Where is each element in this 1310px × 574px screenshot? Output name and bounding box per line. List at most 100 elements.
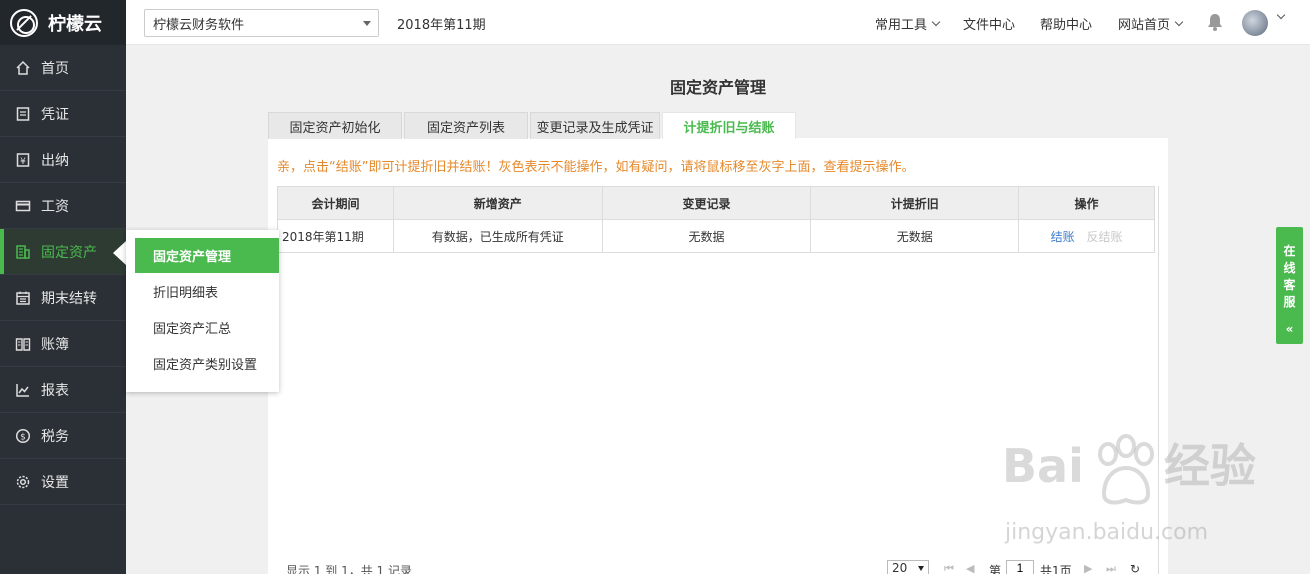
bell-icon[interactable] [1206, 12, 1224, 36]
gear-icon [14, 473, 32, 491]
panel-divider [1158, 186, 1159, 574]
sidebar-item-label: 首页 [41, 60, 69, 77]
cell-new-assets: 有数据，已生成所有凭证 [392, 219, 603, 253]
submenu-item-asset-summary[interactable]: 固定资产汇总 [135, 310, 279, 345]
site-home-menu[interactable]: 网站首页 [1118, 14, 1184, 33]
total-pages: 共1页 [1040, 564, 1072, 574]
close-table: 会计期间 新增资产 变更记录 计提折旧 操作 2018年第11期 有数据，已生成… [277, 186, 1155, 253]
first-page-icon[interactable]: ⏮ [944, 562, 954, 574]
table-row: 2018年第11期 有数据，已生成所有凭证 无数据 无数据 结账 反结账 [277, 219, 1155, 253]
cashier-icon: ¥ [14, 151, 32, 169]
avatar[interactable] [1242, 10, 1268, 36]
online-service-char: 线 [1283, 261, 1296, 275]
column-header: 计提折旧 [810, 186, 1020, 220]
home-icon [14, 59, 32, 77]
online-service-tab[interactable]: 在 线 客 服 « [1276, 227, 1303, 344]
online-service-char: 服 [1283, 295, 1296, 309]
sidebar-item-cashier[interactable]: ¥ 出纳 [0, 137, 126, 183]
svg-text:$: $ [20, 432, 26, 442]
sidebar-item-voucher[interactable]: 凭证 [0, 91, 126, 137]
caret-down-icon [918, 566, 924, 571]
sidebar-item-ledger[interactable]: 账簿 [0, 321, 126, 367]
sidebar-item-label: 税务 [41, 428, 69, 445]
logo[interactable]: 柠檬云 [0, 0, 126, 45]
avatar-menu-toggle[interactable] [1272, 10, 1286, 20]
sidebar: 柠檬云 首页 凭证 ¥ 出纳 工资 固定资产 期末结转 账簿 报表 $ 税务 设… [0, 0, 126, 574]
watermark-text-2: 经验 [1163, 439, 1256, 493]
company-select[interactable]: 柠檬云财务软件 [144, 9, 379, 37]
sidebar-item-label: 出纳 [41, 152, 69, 169]
cell-depreciation: 无数据 [810, 219, 1020, 253]
tab-asset-init[interactable]: 固定资产初始化 [268, 112, 402, 139]
column-header: 新增资产 [392, 186, 603, 220]
watermark-text: Bai [1002, 439, 1084, 493]
cell-changes: 无数据 [601, 219, 812, 253]
current-period: 2018年第11期 [397, 18, 486, 33]
submenu-pointer [113, 241, 126, 265]
table-header-row: 会计期间 新增资产 变更记录 计提折旧 操作 [277, 186, 1155, 220]
notice-text: 亲，点击“结账”即可计提折旧并结账！灰色表示不能操作，如有疑问，请将鼠标移至灰字… [277, 160, 915, 175]
sidebar-item-label: 报表 [41, 382, 69, 399]
sidebar-item-label: 固定资产 [41, 244, 97, 261]
online-service-char: 在 [1283, 244, 1296, 258]
sidebar-item-settings[interactable]: 设置 [0, 459, 126, 505]
page-title: 固定资产管理 [669, 78, 766, 97]
cell-period: 2018年第11期 [277, 219, 394, 253]
sidebar-item-label: 凭证 [41, 106, 69, 123]
tab-asset-list[interactable]: 固定资产列表 [404, 112, 528, 139]
pager-info: 显示 1 到 1，共 1 记录 [286, 564, 412, 574]
voucher-icon [14, 105, 32, 123]
sidebar-item-tax[interactable]: $ 税务 [0, 413, 126, 459]
prev-page-icon[interactable]: ◀ [966, 562, 974, 574]
site-home-label: 网站首页 [1118, 18, 1171, 33]
report-icon [14, 381, 32, 399]
page-size-select[interactable]: 20 [887, 560, 929, 574]
tax-icon: $ [14, 427, 32, 445]
company-select-value: 柠檬云财务软件 [153, 17, 245, 33]
double-chevron-left-icon: « [1285, 322, 1294, 336]
help-center-link[interactable]: 帮助中心 [1040, 14, 1092, 33]
caret-down-icon [363, 21, 371, 26]
page-label: 第 [989, 564, 1002, 574]
submenu-item-category-settings[interactable]: 固定资产类别设置 [135, 346, 279, 381]
calendar-icon [14, 289, 32, 307]
salary-icon [14, 197, 32, 215]
sidebar-item-label: 工资 [41, 198, 69, 215]
submenu-item-depreciation-detail[interactable]: 折旧明细表 [135, 274, 279, 309]
watermark-url: jingyan.baidu.com [1005, 520, 1209, 545]
refresh-icon[interactable]: ↻ [1130, 562, 1140, 574]
online-service-char: 客 [1283, 278, 1296, 292]
sidebar-item-report[interactable]: 报表 [0, 367, 126, 413]
sidebar-item-label: 设置 [41, 474, 69, 491]
tools-menu[interactable]: 常用工具 [875, 14, 941, 33]
top-header: 柠檬云财务软件 2018年第11期 常用工具 文件中心 帮助中心 网站首页 [126, 0, 1310, 45]
column-header: 操作 [1018, 186, 1155, 220]
column-header: 会计期间 [277, 186, 394, 220]
svg-text:¥: ¥ [20, 157, 26, 167]
reverse-close-link: 反结账 [1086, 229, 1123, 244]
tools-menu-label: 常用工具 [875, 18, 928, 33]
sidebar-item-label: 期末结转 [41, 290, 97, 307]
column-header: 变更记录 [601, 186, 812, 220]
sidebar-item-fixed-assets[interactable]: 固定资产 [0, 229, 126, 275]
tab-change-records[interactable]: 变更记录及生成凭证 [530, 112, 660, 139]
sidebar-item-label: 账簿 [41, 336, 69, 353]
fixed-assets-submenu: 固定资产管理 折旧明细表 固定资产汇总 固定资产类别设置 [126, 230, 279, 392]
page-size-value: 20 [892, 561, 908, 574]
submenu-item-asset-management[interactable]: 固定资产管理 [135, 238, 279, 273]
chevron-down-icon [1276, 10, 1286, 20]
sidebar-item-period-close[interactable]: 期末结转 [0, 275, 126, 321]
last-page-icon[interactable]: ⏭ [1106, 562, 1116, 574]
tab-depreciation-close[interactable]: 计提折旧与结账 [662, 112, 796, 139]
lemon-logo-icon [10, 8, 38, 37]
next-page-icon[interactable]: ▶ [1084, 562, 1092, 574]
sidebar-item-salary[interactable]: 工资 [0, 183, 126, 229]
chevron-down-icon [1174, 17, 1184, 27]
chevron-down-icon [931, 17, 941, 27]
logo-text: 柠檬云 [48, 13, 102, 35]
close-account-link[interactable]: 结账 [1051, 230, 1075, 244]
fixed-asset-icon [14, 243, 32, 261]
file-center-link[interactable]: 文件中心 [963, 14, 1015, 33]
sidebar-item-home[interactable]: 首页 [0, 45, 126, 91]
page-number-input[interactable] [1006, 560, 1034, 574]
